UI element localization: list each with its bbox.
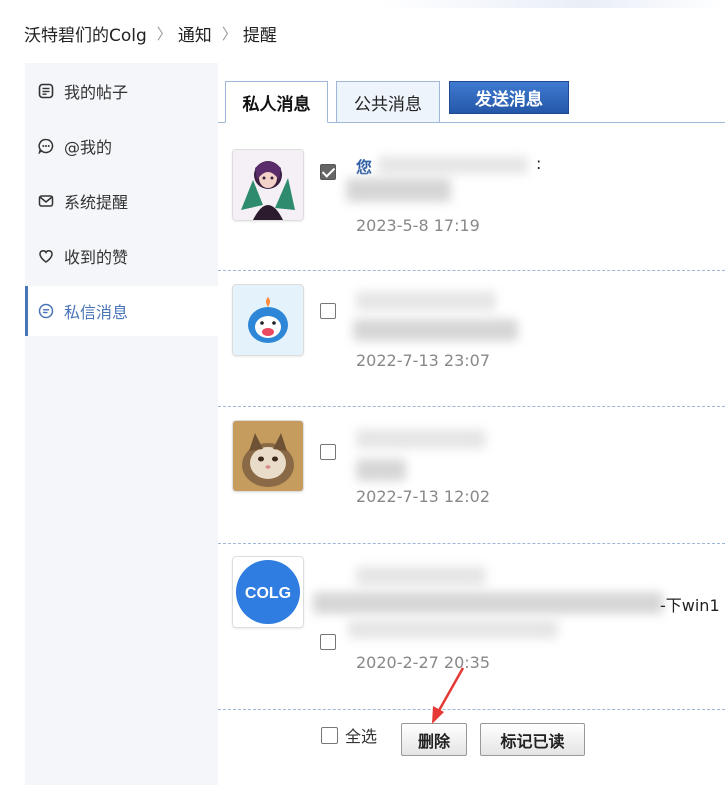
message-date: 2022-7-13 23:07 — [356, 351, 490, 370]
sidebar-item-system[interactable]: 系统提醒 — [25, 176, 218, 226]
breadcrumb: 沃特碧们的Colg 〉 通知 〉 提醒 — [24, 20, 277, 46]
tab-public-messages[interactable]: 公共消息 — [336, 81, 440, 123]
breadcrumb-separator: 〉 — [156, 24, 172, 43]
avatar[interactable] — [232, 149, 304, 221]
sidebar-item-mentions[interactable]: @我的 — [25, 121, 218, 171]
bulk-actions: 全选 删除 标记已读 — [218, 711, 725, 756]
redacted-content — [378, 156, 528, 174]
select-all-checkbox[interactable] — [321, 726, 338, 744]
divider — [218, 406, 725, 407]
delete-button[interactable]: 删除 — [401, 723, 467, 756]
redacted-content — [346, 178, 451, 202]
message-panel: 私人消息 公共消息 发送消息 您 : 2023-5-8 17:19 2022-7… — [218, 63, 725, 788]
heart-icon — [37, 247, 55, 265]
breadcrumb-separator: 〉 — [221, 24, 237, 43]
sidebar-item-likes[interactable]: 收到的赞 — [25, 231, 218, 281]
sidebar-item-label: 私信消息 — [64, 303, 129, 322]
breadcrumb-notice[interactable]: 通知 — [178, 21, 212, 46]
message-icon — [37, 302, 55, 320]
sidebar-item-label: 收到的赞 — [64, 248, 129, 267]
sidebar-item-label: 系统提醒 — [64, 193, 129, 212]
message-preview: -下win1 — [660, 596, 720, 615]
select-all-label: 全选 — [345, 727, 378, 746]
select-all[interactable]: 全选 — [321, 723, 377, 747]
sidebar-item-label: 我的帖子 — [64, 83, 129, 102]
message-checkbox[interactable] — [320, 634, 336, 650]
divider — [218, 709, 725, 710]
message-sender[interactable]: 您 — [356, 154, 372, 178]
avatar[interactable] — [232, 284, 304, 356]
sidebar-item-label: @我的 — [64, 138, 113, 157]
mark-read-button[interactable]: 标记已读 — [480, 723, 585, 756]
breadcrumb-current: 提醒 — [242, 25, 277, 46]
message-checkbox[interactable] — [320, 164, 336, 180]
redacted-content — [313, 592, 663, 614]
divider — [218, 270, 725, 271]
message-checkbox[interactable] — [320, 303, 336, 319]
divider — [218, 543, 725, 544]
message-preview-colon: : — [536, 154, 542, 173]
redacted-content — [348, 619, 558, 639]
sidebar-item-my-posts[interactable]: 我的帖子 — [25, 66, 218, 116]
redacted-content — [353, 319, 518, 341]
message-date: 2023-5-8 17:19 — [356, 216, 480, 235]
send-message-button[interactable]: 发送消息 — [449, 81, 569, 114]
message-date: 2020-2-27 20:35 — [356, 653, 490, 672]
tab-private-messages[interactable]: 私人消息 — [225, 81, 328, 123]
redacted-content — [356, 429, 486, 449]
message-checkbox[interactable] — [320, 444, 336, 460]
redacted-content — [356, 566, 486, 586]
colg-logo-text: COLG — [245, 585, 291, 602]
message-date: 2022-7-13 12:02 — [356, 487, 490, 506]
avatar[interactable]: COLG — [232, 556, 304, 628]
mail-icon — [37, 192, 55, 210]
avatar[interactable] — [232, 420, 304, 492]
sidebar: 我的帖子 @我的 系统提醒 收到的赞 私信消息 — [25, 63, 218, 785]
at-icon — [37, 137, 55, 155]
top-decoration — [380, 0, 725, 8]
redacted-content — [356, 291, 496, 311]
breadcrumb-home[interactable]: 沃特碧们的Colg — [24, 21, 147, 46]
sidebar-item-private-messages[interactable]: 私信消息 — [25, 286, 218, 336]
redacted-content — [356, 459, 406, 481]
post-icon — [37, 82, 55, 100]
